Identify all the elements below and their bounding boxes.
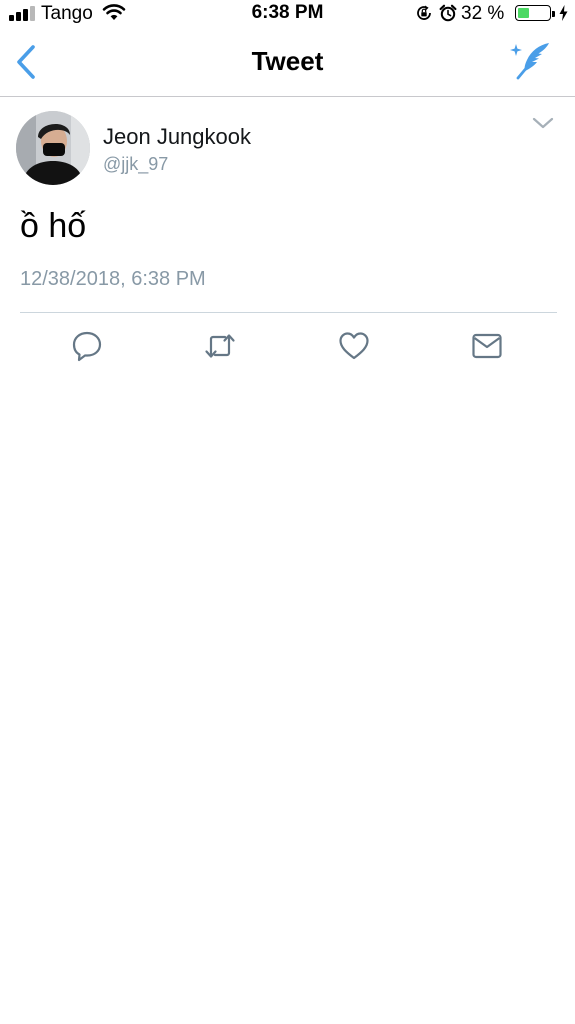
- like-icon[interactable]: [337, 329, 371, 363]
- tweet-timestamp: 12/38/2018, 6:38 PM: [20, 268, 206, 290]
- charging-bolt-icon: [559, 5, 568, 21]
- alarm-icon: [439, 4, 457, 22]
- status-bar: Tango 6:38 PM 32 %: [0, 0, 575, 28]
- retweet-icon[interactable]: [203, 329, 237, 363]
- chevron-down-icon[interactable]: [531, 115, 555, 131]
- battery-percentage: 32 %: [461, 3, 505, 24]
- battery-level: [518, 8, 529, 18]
- tweet-text: ồ hố: [20, 207, 87, 245]
- avatar[interactable]: [16, 111, 90, 185]
- tweet-actions: [0, 329, 575, 365]
- battery-terminal: [552, 11, 555, 17]
- profile-photo: [16, 111, 90, 185]
- navigation-bar: Tweet: [0, 28, 575, 97]
- author-handle[interactable]: @jjk_97: [103, 154, 168, 175]
- page-title: Tweet: [251, 46, 324, 76]
- reply-icon[interactable]: [70, 329, 104, 363]
- rotation-lock-icon: [417, 5, 431, 20]
- battery-icon: [515, 5, 551, 21]
- message-icon[interactable]: [470, 329, 504, 363]
- compose-tweet-button[interactable]: [509, 40, 553, 80]
- divider: [20, 312, 557, 313]
- author-display-name[interactable]: Jeon Jungkook: [103, 124, 251, 150]
